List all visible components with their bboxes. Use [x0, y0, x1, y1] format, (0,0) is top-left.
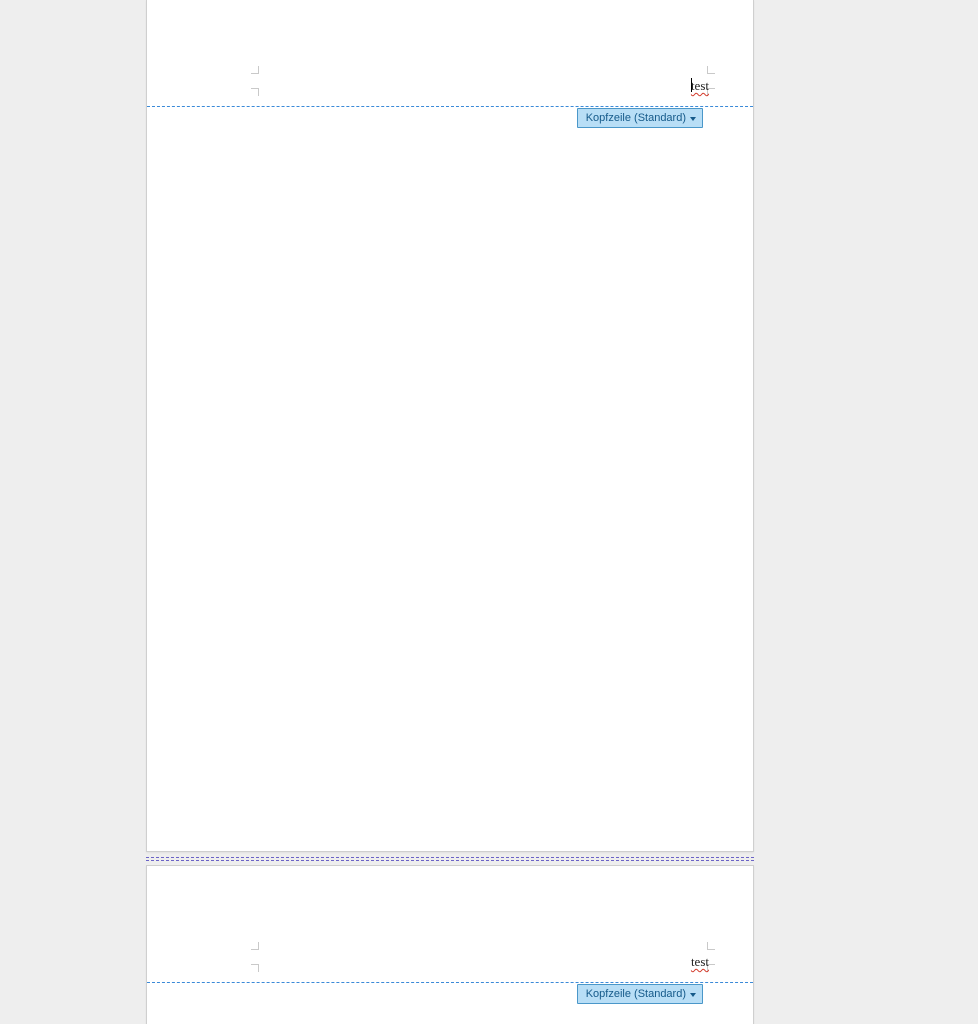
margin-mark-icon — [707, 940, 717, 950]
margin-mark-icon — [249, 64, 259, 74]
header-style-dropdown[interactable]: Kopfzeile (Standard) — [577, 108, 703, 128]
header-style-dropdown[interactable]: Kopfzeile (Standard) — [577, 984, 703, 1004]
header-text-area[interactable]: test — [691, 78, 709, 94]
margin-mark-icon — [249, 940, 259, 950]
margin-mark-icon — [707, 64, 717, 74]
margin-mark-icon — [249, 964, 259, 974]
page-break-indicator — [146, 857, 754, 860]
header-divider — [147, 106, 753, 107]
chevron-down-icon — [690, 117, 696, 121]
header-text-area[interactable]: test — [691, 954, 709, 970]
header-text: test — [691, 954, 709, 969]
header-style-label: Kopfzeile (Standard) — [586, 987, 686, 1001]
header-style-label: Kopfzeile (Standard) — [586, 111, 686, 125]
document-page-1[interactable]: test Kopfzeile (Standard) — [146, 0, 754, 852]
header-text: test — [691, 78, 709, 93]
document-page-2[interactable]: test Kopfzeile (Standard) — [146, 865, 754, 1024]
document-canvas: test Kopfzeile (Standard) test Kopfzeile… — [0, 0, 978, 1024]
chevron-down-icon — [690, 993, 696, 997]
header-divider — [147, 982, 753, 983]
margin-mark-icon — [249, 88, 259, 98]
